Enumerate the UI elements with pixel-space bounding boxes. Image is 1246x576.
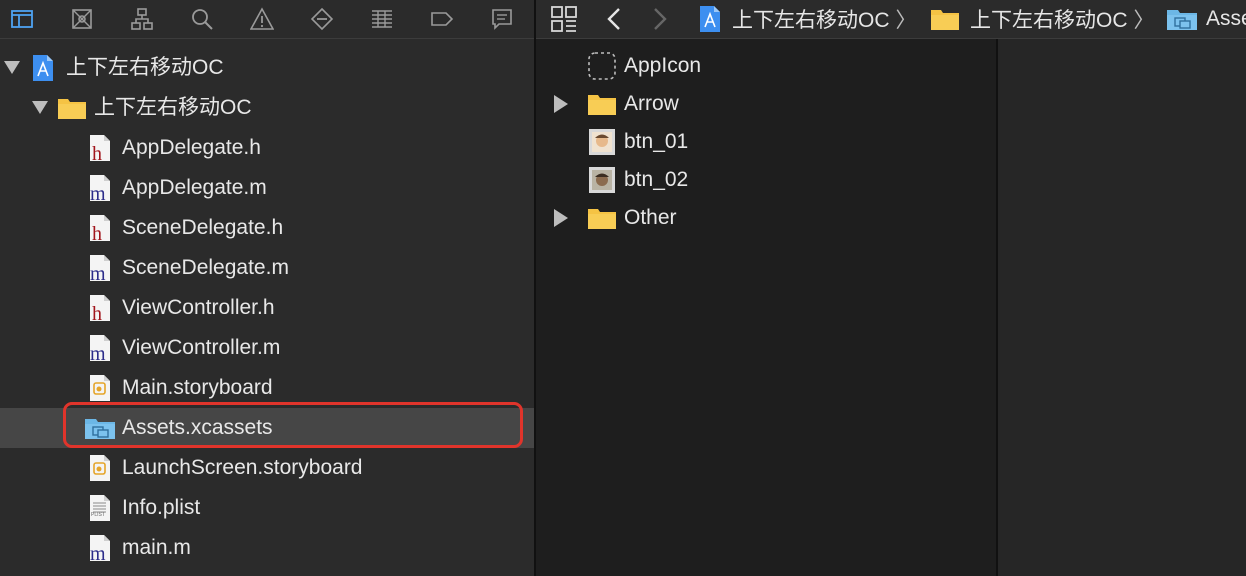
debug-icon[interactable] — [368, 5, 396, 33]
tree-item-label: ViewController.h — [122, 296, 275, 319]
asset-detail-area — [998, 39, 1246, 576]
tree-item-label: 上下左右移动OC — [94, 96, 252, 119]
appicon-placeholder-icon — [587, 52, 617, 80]
jump-bar: 上下左右移动OC 〉 上下左右移动OC 〉 Asse — [536, 0, 1246, 39]
breadcrumb-separator-icon: 〉 — [1133, 9, 1155, 32]
asset-item-btn-01[interactable]: btn_01 — [536, 123, 996, 161]
tree-item-file[interactable]: Main.storyboard — [0, 368, 534, 408]
breadcrumb-label: 上下左右移动OC — [732, 9, 890, 32]
image-thumbnail-icon — [587, 128, 617, 156]
tree-item-label: Info.plist — [122, 496, 201, 519]
hierarchy-icon[interactable] — [128, 5, 156, 33]
tree-item-label: main.m — [122, 536, 191, 559]
disclosure-expanded-icon[interactable] — [30, 88, 50, 128]
report-icon[interactable] — [488, 5, 516, 33]
tree-item-file[interactable]: h ViewController.h — [0, 288, 534, 328]
tree-item-file[interactable]: m ViewController.m — [0, 328, 534, 368]
warning-icon[interactable] — [248, 5, 276, 33]
search-icon[interactable] — [188, 5, 216, 33]
storyboard-icon — [87, 454, 113, 482]
xcodeproj-icon — [30, 54, 56, 82]
tree-item-file[interactable]: m main.m — [0, 528, 534, 568]
tree-item-label: SceneDelegate.h — [122, 216, 284, 239]
navigator-toolbar — [0, 0, 534, 39]
tree-item-label: AppDelegate.h — [122, 136, 261, 159]
image-thumbnail-icon — [587, 166, 617, 194]
asset-item-label: Other — [624, 206, 677, 229]
tree-item-label: AppDelegate.m — [122, 176, 267, 199]
tree-item-file[interactable]: h AppDelegate.h — [0, 128, 534, 168]
folder-icon — [930, 7, 960, 31]
back-chevron-icon[interactable] — [606, 0, 622, 38]
project-navigator: 上下左右移动OC 上下左右移动OC h AppDelegate.h m AppD… — [0, 0, 534, 576]
asset-item-label: Arrow — [624, 92, 679, 115]
xcassets-icon — [84, 414, 116, 442]
tree-item-file[interactable]: m SceneDelegate.m — [0, 248, 534, 288]
file-tree: 上下左右移动OC 上下左右移动OC h AppDelegate.h m AppD… — [0, 48, 534, 568]
breadcrumb-assets[interactable]: Asse — [1166, 0, 1246, 38]
tree-item-file[interactable]: PLIST Info.plist — [0, 488, 534, 528]
asset-item-label: AppIcon — [624, 54, 702, 77]
asset-item-arrow-folder[interactable]: Arrow — [536, 85, 996, 123]
disclosure-collapsed-icon[interactable] — [552, 199, 570, 237]
file-type-badge: PLIST — [91, 512, 105, 518]
tree-item-label: SceneDelegate.m — [122, 256, 289, 279]
tree-item-file[interactable]: h SceneDelegate.h — [0, 208, 534, 248]
tree-item-label: ViewController.m — [122, 336, 281, 359]
xcodeproj-icon — [698, 5, 722, 33]
breadcrumb-label: 上下左右移动OC — [970, 9, 1128, 32]
tree-item-project[interactable]: 上下左右移动OC — [0, 48, 534, 88]
folder-icon — [587, 204, 617, 232]
storyboard-icon — [87, 374, 113, 402]
breakpoint-icon[interactable] — [428, 5, 456, 33]
breadcrumb-separator-icon: 〉 — [895, 9, 917, 32]
asset-catalog-outline: AppIcon Arrow btn_01 btn_02 Other — [536, 39, 996, 576]
asset-item-other-folder[interactable]: Other — [536, 199, 996, 237]
asset-item-appicon[interactable]: AppIcon — [536, 47, 996, 85]
folder-icon — [587, 90, 617, 118]
tree-item-group[interactable]: 上下左右移动OC — [0, 88, 534, 128]
breadcrumb-label: Asse — [1206, 7, 1246, 30]
related-items-icon[interactable] — [550, 0, 578, 38]
breadcrumb-project[interactable]: 上下左右移动OC 〉 — [698, 0, 917, 38]
source-control-icon[interactable] — [68, 5, 96, 33]
xcassets-icon — [1166, 7, 1198, 31]
test-icon[interactable] — [308, 5, 336, 33]
forward-chevron-icon[interactable] — [652, 0, 668, 38]
tree-item-label: Assets.xcassets — [122, 416, 273, 439]
disclosure-expanded-icon[interactable] — [2, 48, 22, 88]
asset-item-label: btn_02 — [624, 168, 689, 191]
tree-item-assets-selected[interactable]: Assets.xcassets — [0, 408, 534, 448]
project-navigator-folder-icon[interactable] — [8, 5, 36, 33]
asset-item-label: btn_01 — [624, 130, 689, 153]
file-type-badge: m — [90, 543, 106, 565]
tree-item-label: 上下左右移动OC — [66, 56, 224, 79]
disclosure-collapsed-icon[interactable] — [552, 85, 570, 123]
breadcrumb-group[interactable]: 上下左右移动OC 〉 — [930, 0, 1155, 38]
tree-item-label: LaunchScreen.storyboard — [122, 456, 363, 479]
tree-item-file[interactable]: m AppDelegate.m — [0, 168, 534, 208]
tree-item-label: Main.storyboard — [122, 376, 273, 399]
tree-item-file[interactable]: LaunchScreen.storyboard — [0, 448, 534, 488]
folder-icon — [57, 94, 87, 122]
asset-item-btn-02[interactable]: btn_02 — [536, 161, 996, 199]
